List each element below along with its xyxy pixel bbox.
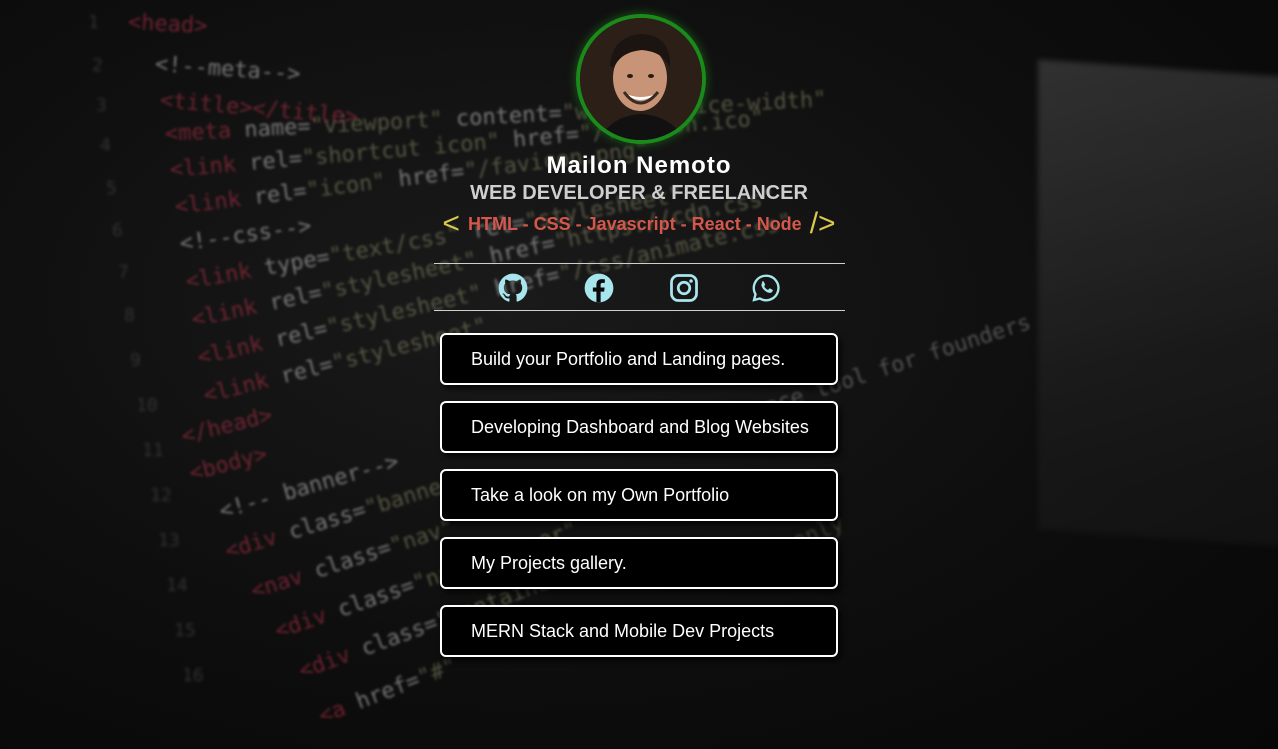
github-icon[interactable]: [498, 273, 528, 303]
link-list: Build your Portfolio and Landing pages. …: [440, 333, 838, 673]
tech-stack-list: HTML - CSS - Javascript - React - Node: [467, 213, 802, 234]
open-bracket: <: [442, 207, 460, 240]
profile-card: Mailon Nemoto WEB DEVELOPER & FREELANCER…: [0, 0, 1278, 749]
whatsapp-icon[interactable]: [751, 273, 781, 303]
profile-name: Mailon Nemoto: [546, 152, 732, 179]
avatar: [576, 14, 706, 144]
instagram-icon[interactable]: [669, 273, 699, 303]
link-button-portfolio-landing[interactable]: Build your Portfolio and Landing pages.: [440, 333, 838, 385]
link-button-dashboard-blog[interactable]: Developing Dashboard and Blog Websites: [440, 401, 838, 453]
link-button-mern-mobile[interactable]: MERN Stack and Mobile Dev Projects: [440, 605, 838, 657]
facebook-icon[interactable]: [584, 273, 614, 303]
social-links-bar: [434, 263, 845, 311]
close-bracket: />: [809, 207, 836, 240]
profile-title: WEB DEVELOPER & FREELANCER: [470, 182, 808, 204]
avatar-photo: [580, 18, 702, 140]
link-button-projects-gallery[interactable]: My Projects gallery.: [440, 537, 838, 589]
link-button-own-portfolio[interactable]: Take a look on my Own Portfolio: [440, 469, 838, 521]
tech-stack: < HTML - CSS - Javascript - React - Node /…: [0, 207, 1278, 241]
